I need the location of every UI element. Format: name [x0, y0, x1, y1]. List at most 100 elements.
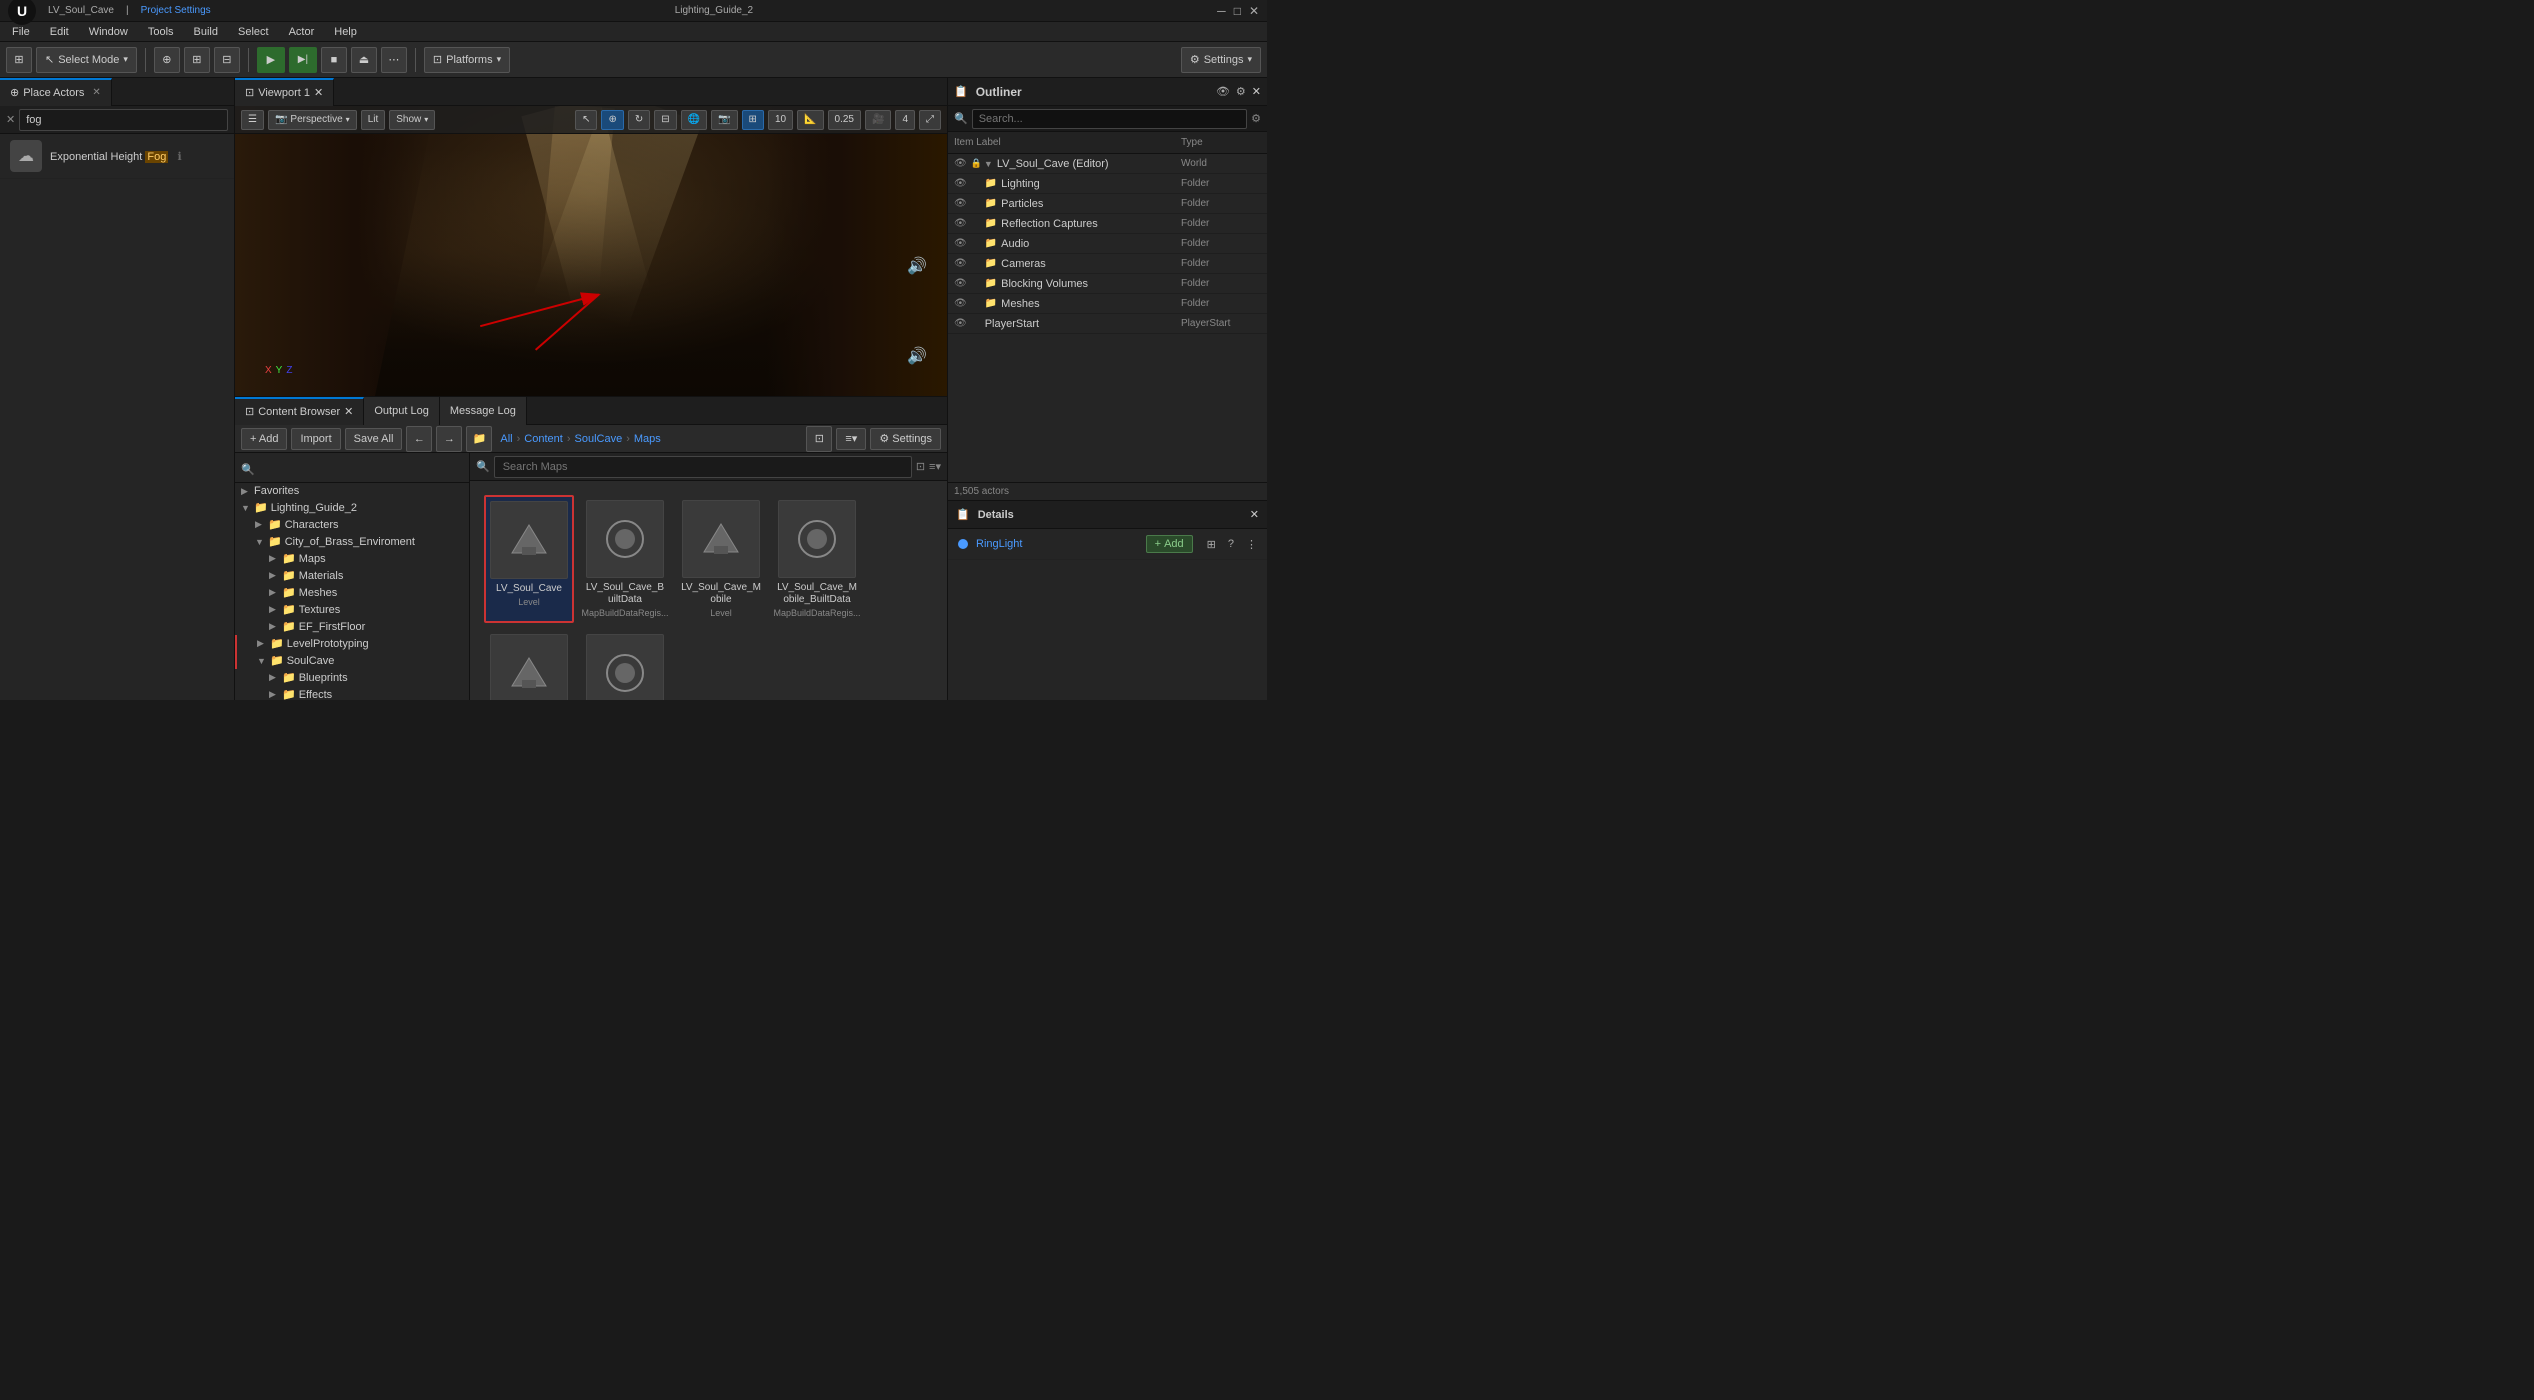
eye-icon-playerstart[interactable]: 👁 [954, 318, 967, 329]
outliner-item-blocking[interactable]: 👁 📁 Blocking Volumes Folder [948, 274, 1267, 294]
content-search-input[interactable] [494, 456, 912, 478]
camera-speed-icon[interactable]: 🎥 [865, 110, 891, 130]
details-more-icon[interactable]: ⋮ [1246, 538, 1257, 551]
play-button[interactable]: ▶ [257, 47, 285, 73]
breadcrumb-soulcave[interactable]: SoulCave [575, 433, 623, 445]
sidebar-item-favorites[interactable]: ▶ Favorites [235, 483, 469, 499]
outliner-item-cameras[interactable]: 👁 📁 Cameras Folder [948, 254, 1267, 274]
actor-info-icon[interactable]: ℹ [177, 151, 181, 163]
sidebar-item-textures[interactable]: ▶ 📁 Textures [235, 601, 469, 618]
viewport-container[interactable]: ☰ 📷 Perspective ▾ Lit Show ▾ ↖ [235, 106, 947, 396]
menu-file[interactable]: File [4, 22, 38, 42]
eye-icon-world[interactable]: 👁 [954, 158, 967, 169]
viewport-close[interactable]: ✕ [314, 86, 323, 99]
grid-button[interactable]: ⊞ [742, 110, 764, 130]
eye-icon-reflection[interactable]: 👁 [954, 218, 967, 229]
project-name[interactable]: LV_Soul_Cave [48, 5, 114, 16]
toolbar-grid-icon[interactable]: ⊟ [214, 47, 240, 73]
menu-select[interactable]: Select [230, 22, 277, 42]
eject-button[interactable]: ⏏ [351, 47, 377, 73]
angle-snap[interactable]: 📐 [797, 110, 823, 130]
sidebar-item-city[interactable]: ▼ 📁 City_of_Brass_Enviroment [235, 533, 469, 550]
outliner-eye-toggle[interactable]: 👁 [1216, 85, 1230, 98]
asset-item-overview[interactable]: Overview Level [484, 629, 574, 700]
menu-build[interactable]: Build [186, 22, 226, 42]
asset-item-mobile[interactable]: LV_Soul_Cave_Mobile Level [676, 495, 766, 623]
asset-item-mobile-builtdata[interactable]: LV_Soul_Cave_Mobile_BuiltData MapBuildDa… [772, 495, 862, 623]
outliner-settings-icon[interactable]: ⚙ [1236, 85, 1246, 98]
outliner-item-reflection[interactable]: 👁 📁 Reflection Captures Folder [948, 214, 1267, 234]
ring-light-item[interactable]: RingLight + Add ⊞ ? ⋮ [948, 529, 1267, 560]
eye-icon-blocking[interactable]: 👁 [954, 278, 967, 289]
content-browser-tab[interactable]: ⊡ Content Browser ✕ [235, 397, 364, 425]
camera-speed[interactable]: 4 [895, 110, 915, 130]
menu-tools[interactable]: Tools [140, 22, 182, 42]
eye-icon-meshes[interactable]: 👁 [954, 298, 967, 309]
select-icon-button[interactable]: ↖ [575, 110, 597, 130]
sidebar-item-materials[interactable]: ▶ 📁 Materials [235, 567, 469, 584]
list-item[interactable]: ☁ Exponential Height Fog ℹ [0, 134, 234, 179]
more-options-button[interactable]: ⋯ [381, 47, 407, 73]
add-component-button[interactable]: + Add [1146, 535, 1193, 553]
outliner-search-input[interactable] [972, 109, 1247, 129]
scale-snap[interactable]: 0.25 [828, 110, 861, 130]
outliner-item-playerstart[interactable]: 👁 PlayerStart PlayerStart [948, 314, 1267, 334]
menu-window[interactable]: Window [81, 22, 136, 42]
outliner-item-particles[interactable]: 👁 📁 Particles Folder [948, 194, 1267, 214]
toolbar-translate-icon[interactable]: ⊕ [154, 47, 180, 73]
search-input[interactable] [19, 109, 228, 131]
eye-icon-cameras[interactable]: 👁 [954, 258, 967, 269]
history-back-button[interactable]: ← [406, 426, 432, 452]
project-settings[interactable]: Project Settings [141, 5, 211, 16]
place-actors-tab[interactable]: ⊕ Place Actors ✕ [0, 78, 112, 106]
outliner-search-settings[interactable]: ⚙ [1251, 112, 1261, 125]
skip-button[interactable]: ▶| [289, 47, 317, 73]
history-fwd-button[interactable]: → [436, 426, 462, 452]
sidebar-item-maps[interactable]: ▶ 📁 Maps [235, 550, 469, 567]
toolbar-modes-icon[interactable]: ⊞ [6, 47, 32, 73]
snap-toggle-button[interactable]: ⊟ [654, 110, 676, 130]
asset-item-lv-soul-cave[interactable]: LV_Soul_Cave Level [484, 495, 574, 623]
select-mode-button[interactable]: ↖ Select Mode ▾ [36, 47, 137, 73]
settings-button[interactable]: ⚙ Settings ▾ [1181, 47, 1261, 73]
show-button[interactable]: Show ▾ [389, 110, 435, 130]
menu-actor[interactable]: Actor [281, 22, 323, 42]
breadcrumb-content[interactable]: Content [524, 433, 563, 445]
details-connect-icon[interactable]: ⊞ [1207, 538, 1216, 551]
menu-help[interactable]: Help [326, 22, 365, 42]
sidebar-item-characters[interactable]: ▶ 📁 Characters [235, 516, 469, 533]
close-button[interactable]: ✕ [1249, 4, 1259, 18]
place-actors-close[interactable]: ✕ [92, 87, 100, 98]
outliner-item-lighting[interactable]: 👁 📁 Lighting Folder [948, 174, 1267, 194]
viewport-menu-button[interactable]: ☰ [241, 110, 264, 130]
grid-size[interactable]: 10 [768, 110, 793, 130]
cb-tab-close[interactable]: ✕ [344, 405, 353, 418]
perspective-button[interactable]: 📷 Perspective ▾ [268, 110, 357, 130]
camera-button[interactable]: 📷 [711, 110, 737, 130]
asset-item-builtdata[interactable]: LV_Soul_Cave_BuiltData MapBuildDataRegis… [580, 495, 670, 623]
add-button[interactable]: + Add [241, 428, 287, 450]
cb-settings-label[interactable]: ⚙ Settings [870, 428, 941, 450]
save-all-button[interactable]: Save All [345, 428, 403, 450]
details-close[interactable]: ✕ [1250, 508, 1259, 521]
search-close-icon[interactable]: ✕ [6, 113, 15, 126]
breadcrumb-maps[interactable]: Maps [634, 433, 661, 445]
output-log-tab[interactable]: Output Log [364, 397, 439, 425]
maximize-button[interactable]: □ [1234, 4, 1241, 18]
outliner-close[interactable]: ✕ [1252, 85, 1261, 98]
details-help-icon[interactable]: ? [1228, 538, 1234, 550]
eye-icon-audio[interactable]: 👁 [954, 238, 967, 249]
sidebar-item-levelprototyping[interactable]: ▶ 📁 LevelPrototyping [235, 635, 469, 652]
sidebar-item-blueprints[interactable]: ▶ 📁 Blueprints [235, 669, 469, 686]
cb-settings-button[interactable]: ⚙ Settings [870, 428, 941, 450]
lit-button[interactable]: Lit [361, 110, 386, 130]
asset-item-overview-builtdata[interactable]: Overview_Built Data MapBuildDataRegis... [580, 629, 670, 700]
toolbar-multi-icon[interactable]: ⊞ [184, 47, 210, 73]
content-filter-icon[interactable]: ⊡ [916, 460, 925, 473]
sidebar-item-ef-first-floor[interactable]: ▶ 📁 EF_FirstFloor [235, 618, 469, 635]
ring-light-name[interactable]: RingLight [976, 538, 1022, 550]
folder-view-button[interactable]: 📁 [466, 426, 492, 452]
eye-icon-particles[interactable]: 👁 [954, 198, 967, 209]
message-log-tab[interactable]: Message Log [440, 397, 527, 425]
sidebar-item-project[interactable]: ▼ 📁 Lighting_Guide_2 [235, 499, 469, 516]
